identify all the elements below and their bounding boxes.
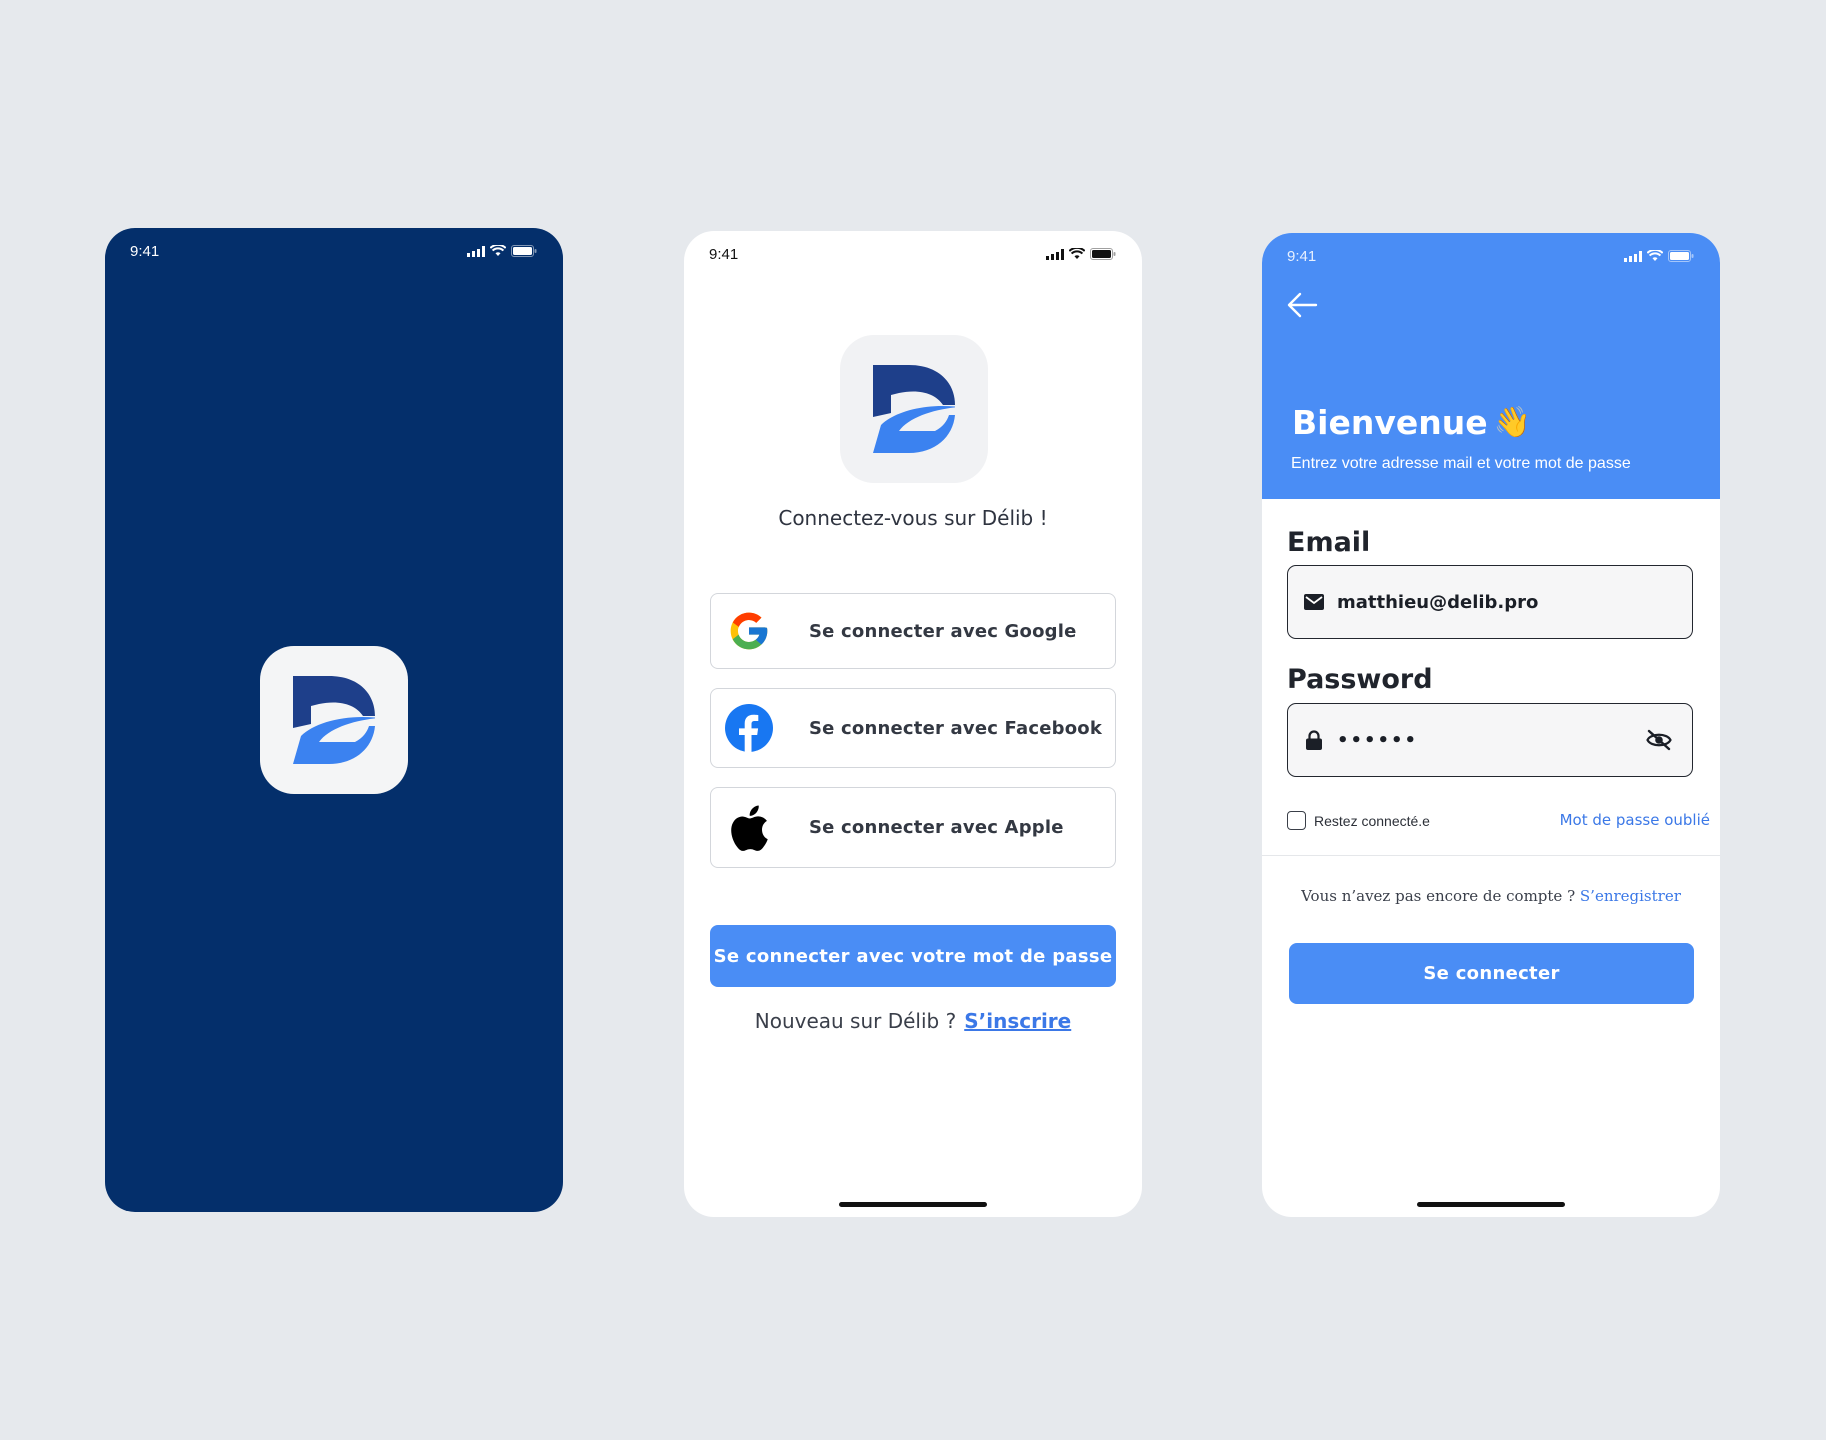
status-icons <box>1046 248 1116 260</box>
email-value: matthieu@delib.pro <box>1337 591 1539 613</box>
status-icons <box>1624 250 1694 262</box>
splash-screen: 9:41 <box>105 228 563 1212</box>
signal-icon <box>1046 248 1064 260</box>
login-form-screen: 9:41 Bienvenue 👋 Entrez votre adresse ma… <box>1262 233 1720 1217</box>
apple-login-button[interactable]: Se connecter avec Apple <box>710 787 1116 868</box>
remember-me[interactable]: Restez connecté.e <box>1287 811 1430 830</box>
password-value: •••••• <box>1337 729 1419 751</box>
google-icon <box>725 607 773 655</box>
no-account-text: Vous n’avez pas encore de compte ? <box>1301 887 1576 905</box>
welcome-title-text: Bienvenue <box>1292 403 1488 442</box>
password-label: Password <box>1287 664 1433 695</box>
apple-icon <box>725 804 773 852</box>
facebook-login-label: Se connecter avec Facebook <box>809 717 1103 739</box>
signup-prompt: Nouveau sur Délib ? S’inscrire <box>684 1009 1142 1033</box>
status-bar: 9:41 <box>105 228 563 264</box>
facebook-icon <box>725 704 773 752</box>
google-login-button[interactable]: Se connecter avec Google <box>710 593 1116 669</box>
email-label: Email <box>1287 527 1371 558</box>
wifi-icon <box>1069 248 1085 259</box>
login-submit-button[interactable]: Se connecter <box>1289 943 1694 1004</box>
email-field[interactable]: matthieu@delib.pro <box>1287 565 1693 639</box>
back-arrow-icon[interactable] <box>1286 291 1320 323</box>
signal-icon <box>1624 250 1642 262</box>
signup-link[interactable]: S’inscrire <box>964 1009 1071 1033</box>
wifi-icon <box>490 245 506 256</box>
status-icons <box>467 245 537 257</box>
forgot-password-link[interactable]: Mot de passe oublié <box>1560 811 1710 829</box>
delib-logo-icon <box>873 365 955 453</box>
app-logo <box>840 335 988 483</box>
google-login-label: Se connecter avec Google <box>809 620 1077 642</box>
envelope-icon <box>1303 594 1325 610</box>
welcome-subtitle: Entrez votre adresse mail et votre mot d… <box>1291 455 1631 472</box>
status-time: 9:41 <box>130 242 160 260</box>
delib-logo-icon <box>293 676 375 764</box>
canvas: 9:41 9:41 Connectez-vous sur Délib ! Se … <box>0 0 1826 1440</box>
apple-login-label: Se connecter avec Apple <box>809 817 1064 838</box>
lock-icon <box>1303 730 1325 750</box>
remember-label: Restez connecté.e <box>1314 812 1430 829</box>
new-user-text: Nouveau sur Délib ? <box>754 1009 957 1033</box>
facebook-login-button[interactable]: Se connecter avec Facebook <box>710 688 1116 768</box>
battery-icon <box>511 245 537 257</box>
wifi-icon <box>1647 250 1663 261</box>
status-time: 9:41 <box>709 245 739 263</box>
divider <box>1262 855 1720 856</box>
login-options-screen: 9:41 Connectez-vous sur Délib ! Se conne… <box>684 231 1142 1217</box>
home-indicator <box>1417 1202 1565 1207</box>
status-bar: 9:41 <box>684 231 1142 267</box>
waving-hand-icon: 👋 <box>1493 405 1531 440</box>
battery-icon <box>1668 250 1694 262</box>
status-bar: 9:41 <box>1262 233 1720 269</box>
password-field[interactable]: •••••• <box>1287 703 1693 777</box>
status-time: 9:41 <box>1287 247 1317 265</box>
welcome-header: 9:41 Bienvenue 👋 Entrez votre adresse ma… <box>1262 233 1720 499</box>
register-prompt: Vous n’avez pas encore de compte ? S’enr… <box>1262 887 1720 905</box>
signal-icon <box>467 245 485 257</box>
password-login-button[interactable]: Se connecter avec votre mot de passe <box>710 925 1116 987</box>
login-title: Connectez-vous sur Délib ! <box>778 506 1048 530</box>
home-indicator <box>839 1202 987 1207</box>
eye-off-icon[interactable] <box>1646 729 1672 755</box>
app-logo <box>260 646 408 794</box>
register-link[interactable]: S’enregistrer <box>1580 887 1681 905</box>
battery-icon <box>1090 248 1116 260</box>
remember-checkbox[interactable] <box>1287 811 1306 830</box>
welcome-title: Bienvenue 👋 <box>1292 403 1531 442</box>
